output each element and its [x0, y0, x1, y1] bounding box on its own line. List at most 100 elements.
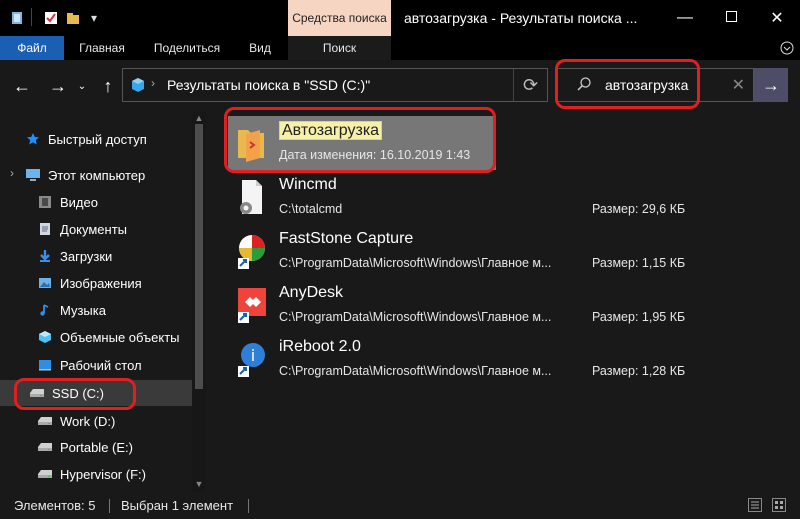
sidebar-item-объемные-объекты[interactable]: Объемные объекты [0, 324, 192, 350]
drive-icon [36, 465, 54, 483]
result-name: iReboot 2.0 [279, 338, 361, 356]
documents-icon [36, 220, 54, 238]
tab-share[interactable]: Поделиться [146, 36, 228, 60]
sidebar-scrollbar[interactable]: ▲ ▼ [192, 112, 206, 492]
result-item[interactable]: AnyDesk C:\ProgramData\Microsoft\Windows\… [228, 278, 728, 332]
tab-file[interactable]: Файл [0, 36, 64, 60]
item-count: Элементов: 5 [14, 498, 96, 513]
refresh-icon: ⟳ [522, 74, 539, 95]
3d-objects-icon [36, 328, 54, 346]
scrollbar-thumb[interactable] [195, 124, 203, 389]
result-name: AnyDesk [279, 284, 343, 302]
result-name-text: Wincmd [279, 176, 337, 193]
sidebar-item-изображения[interactable]: Изображения [0, 270, 192, 296]
result-size: Размер: 1,15 КБ [592, 256, 686, 270]
sidebar-item-label: Музыка [60, 302, 106, 318]
sidebar-item-label: Portable (E:) [60, 439, 133, 455]
tab-search[interactable]: Поиск [288, 36, 391, 60]
scroll-up-icon[interactable]: ▲ [192, 112, 206, 124]
close-button[interactable]: ✕ [754, 0, 800, 36]
chevron-down-icon: ⌄ [77, 80, 87, 92]
sidebar-item-work-d[interactable]: Work (D:) [0, 408, 192, 434]
result-name-text: FastStone Capture [279, 230, 414, 247]
sidebar-item-загрузки[interactable]: Загрузки [0, 243, 192, 269]
annotation-startup-folder [224, 107, 496, 173]
sidebar-item-hypervisor-f[interactable]: Hypervisor (F:) [0, 461, 192, 487]
clear-search-icon[interactable]: ✕ [732, 75, 745, 95]
sidebar-item-label: Work (D:) [60, 413, 116, 429]
sidebar-item-быстрый-доступ[interactable]: Быстрый доступ [0, 126, 192, 152]
sidebar-item-label: Рабочий стол [60, 357, 142, 373]
sidebar-item-label: Загрузки [60, 248, 113, 264]
result-name-text: AnyDesk [279, 284, 344, 301]
drive-icon [36, 438, 54, 456]
new-folder-icon[interactable] [64, 9, 82, 27]
forward-button[interactable]: → [46, 74, 70, 98]
sidebar-item-рабочий-стол[interactable]: Рабочий стол [0, 352, 192, 378]
tab-view[interactable]: Вид [240, 36, 280, 60]
customize-icon[interactable]: ▾ [86, 9, 102, 27]
result-detail: C:\ProgramData\Microsoft\Windows\Главное… [279, 364, 552, 378]
navigation-bar: ← → ⌄ ↑ › Результаты поиска в "SSD (C:)"… [0, 59, 800, 112]
pictures-icon [36, 274, 54, 292]
sidebar-item-label: Видео [60, 194, 98, 210]
svg-text:i: i [251, 346, 255, 365]
result-item[interactable]: Wincmd C:\totalcmd Размер: 29,6 КБ [228, 170, 728, 224]
details-view-icon[interactable] [748, 498, 762, 515]
sidebar-item-label: Этот компьютер [48, 167, 146, 183]
result-size: Размер: 1,95 КБ [592, 310, 686, 324]
drive-icon [36, 412, 54, 430]
scroll-down-icon[interactable]: ▼ [192, 478, 206, 490]
sidebar-item-документы[interactable]: Документы [0, 216, 192, 242]
sidebar-item-label: Изображения [60, 275, 142, 291]
folder-icon[interactable] [8, 9, 26, 27]
status-divider [109, 499, 110, 513]
large-icons-view-icon[interactable] [772, 498, 786, 515]
sidebar-item-видео[interactable]: Видео [0, 189, 192, 215]
search-results: Автозагрузка Дата изменения: 16.10.2019 1… [224, 107, 800, 492]
computer-icon [24, 166, 42, 184]
tab-home[interactable]: Главная [70, 36, 134, 60]
chevron-right-icon: › [151, 76, 155, 90]
minimize-icon: — [677, 9, 693, 26]
annotation-ssd-drive [14, 378, 136, 410]
ireboot-icon: i [234, 340, 268, 378]
result-item[interactable]: FastStone Capture C:\ProgramData\Microsof… [228, 224, 728, 278]
properties-icon[interactable] [42, 9, 60, 27]
music-icon [36, 301, 54, 319]
sidebar-item-музыка[interactable]: Музыка [0, 297, 192, 323]
recent-locations-button[interactable]: ⌄ [74, 74, 90, 98]
close-icon: ✕ [770, 10, 784, 27]
address-bar[interactable]: › Результаты поиска в "SSD (C:)" ⟳ [122, 68, 548, 102]
refresh-button[interactable]: ⟳ [513, 69, 547, 101]
sidebar-item-label: Быстрый доступ [48, 131, 147, 147]
address-path: Результаты поиска в "SSD (C:)" [167, 77, 371, 93]
chevron-right-icon[interactable]: › [10, 166, 14, 180]
ribbon-tabs: Файл Главная Поделиться Вид Поиск [0, 36, 800, 60]
arrow-right-icon: → [762, 74, 780, 95]
result-name: Wincmd [279, 176, 337, 194]
up-button[interactable]: ↑ [96, 74, 120, 98]
status-bar: Элементов: 5 Выбран 1 элемент [0, 492, 800, 519]
result-item[interactable]: i iReboot 2.0 C:\ProgramData\Microsoft\Win… [228, 332, 728, 386]
selection-count: Выбран 1 элемент [121, 498, 234, 513]
minimize-button[interactable]: — [662, 0, 708, 36]
back-button[interactable]: ← [10, 74, 34, 98]
search-go-button[interactable]: → [754, 68, 788, 102]
sidebar-item-этот-компьютер[interactable]: › Этот компьютер [0, 162, 192, 188]
arrow-left-icon: ← [13, 75, 31, 96]
status-divider [248, 499, 249, 513]
sidebar-item-portable-e[interactable]: Portable (E:) [0, 434, 192, 460]
ribbon-expand-icon[interactable] [774, 36, 800, 60]
maximize-button[interactable] [708, 0, 754, 36]
title-bar: ▾ Средства поиска автозагрузка - Результ… [0, 0, 800, 36]
navigation-pane: Быстрый доступ › Этот компьютер Видео Докуме… [0, 112, 206, 492]
result-size: Размер: 29,6 КБ [592, 202, 686, 216]
search-results-icon [131, 77, 145, 96]
result-name: FastStone Capture [279, 230, 413, 248]
faststone-icon [234, 232, 268, 270]
context-tab-search-tools: Средства поиска [288, 0, 391, 36]
annotation-search-box [555, 59, 700, 109]
downloads-icon [36, 247, 54, 265]
anydesk-icon [234, 286, 268, 324]
